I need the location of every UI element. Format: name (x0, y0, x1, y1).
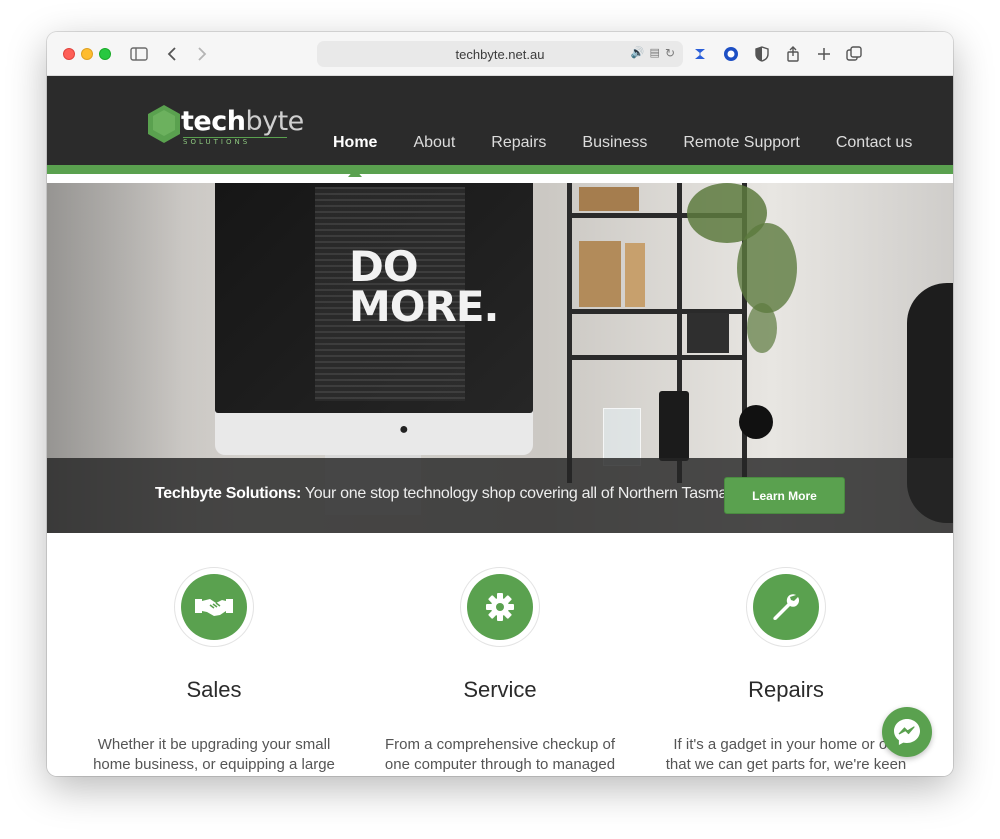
site-header: techbyte SOLUTIONS Home About Repairs Bu… (47, 76, 953, 177)
reload-icon[interactable]: ↻ (665, 46, 675, 60)
tab-overview-icon[interactable] (845, 43, 863, 65)
messenger-chat-button[interactable] (882, 707, 932, 757)
extension-icon[interactable] (691, 43, 709, 65)
back-icon[interactable] (165, 43, 179, 65)
apple-icon: ● (399, 421, 409, 438)
hero-banner: DO MORE. ● Techbyte Solutions: Your one … (47, 183, 953, 533)
address-url: techbyte.net.au (455, 46, 545, 62)
hero-caption: Techbyte Solutions: Your one stop techno… (155, 485, 748, 502)
messenger-icon (894, 719, 920, 745)
site-logo[interactable]: techbyte SOLUTIONS (147, 104, 304, 150)
learn-more-button[interactable]: Learn More (724, 477, 845, 514)
main-nav: Home About Repairs Business Remote Suppo… (315, 133, 930, 177)
features-section: Sales Whether it be upgrading your small… (47, 533, 953, 776)
audio-icon[interactable]: 🔊 (631, 46, 645, 60)
feature-description: If it's a gadget in your home or offi th… (665, 736, 907, 773)
logo-subtitle: SOLUTIONS (183, 137, 287, 146)
feature-description: From a comprehensive checkup of one comp… (384, 736, 616, 773)
gear-icon (467, 574, 533, 640)
share-icon[interactable] (784, 43, 802, 65)
nav-item-remote-support[interactable]: Remote Support (665, 133, 818, 153)
active-nav-indicator (348, 169, 363, 177)
feature-description: Whether it be upgrading your small home … (93, 736, 335, 773)
nav-item-about[interactable]: About (395, 133, 473, 153)
logo-wordmark: techbyte (181, 106, 304, 137)
wrench-icon (753, 574, 819, 640)
handshake-icon (181, 574, 247, 640)
shield-icon[interactable] (753, 43, 771, 65)
feature-title: Sales (186, 677, 242, 702)
new-tab-icon[interactable] (815, 43, 833, 65)
forward-icon[interactable] (195, 43, 209, 65)
minimize-window-button[interactable] (81, 48, 93, 60)
feature-title: Service (463, 677, 537, 702)
nav-item-repairs[interactable]: Repairs (473, 133, 564, 153)
nav-item-home[interactable]: Home (315, 133, 395, 177)
hero-caption-bar: Techbyte Solutions: Your one stop techno… (47, 458, 953, 533)
translate-icon[interactable]: ▤ (650, 46, 660, 60)
sidebar-toggle-icon[interactable] (129, 43, 149, 65)
feature-title: Repairs (748, 677, 824, 702)
close-window-button[interactable] (63, 48, 75, 60)
nav-item-contact-us[interactable]: Contact us (818, 133, 930, 153)
hero-screen-text: DO MORE. (349, 242, 499, 331)
privacy-extension-icon[interactable] (722, 43, 740, 65)
browser-toolbar: techbyte.net.au 🔊 ▤ ↻ (47, 32, 953, 76)
address-bar[interactable]: techbyte.net.au 🔊 ▤ ↻ (317, 41, 683, 67)
zoom-window-button[interactable] (99, 48, 111, 60)
browser-window: techbyte.net.au 🔊 ▤ ↻ techbyte SOLUTIONS… (47, 32, 953, 776)
nav-item-business[interactable]: Business (564, 133, 665, 153)
hexagon-logo-icon (148, 105, 180, 143)
